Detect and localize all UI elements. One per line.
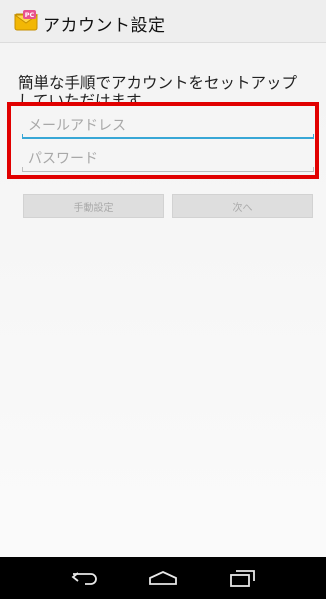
- manual-setup-button[interactable]: 手動設定: [23, 194, 164, 218]
- svg-text:PC: PC: [25, 11, 35, 19]
- action-bar: PC アカウント設定: [0, 0, 326, 43]
- email-underline: [22, 134, 314, 139]
- home-icon[interactable]: [143, 566, 183, 590]
- page-title: アカウント設定: [43, 16, 166, 36]
- email-field[interactable]: [22, 113, 314, 139]
- account-setup-screen: PC アカウント設定 簡単な手順でアカウントをセットアップ していただけます。 …: [0, 0, 326, 599]
- email-input[interactable]: [22, 115, 314, 139]
- password-field[interactable]: [22, 146, 314, 172]
- password-input[interactable]: [22, 148, 314, 172]
- password-underline: [22, 167, 314, 172]
- recent-apps-icon[interactable]: [222, 566, 262, 590]
- back-icon[interactable]: [65, 566, 105, 590]
- next-button[interactable]: 次へ: [172, 194, 313, 218]
- pc-mail-app-icon[interactable]: PC: [13, 9, 40, 31]
- system-nav-bar: [0, 557, 326, 599]
